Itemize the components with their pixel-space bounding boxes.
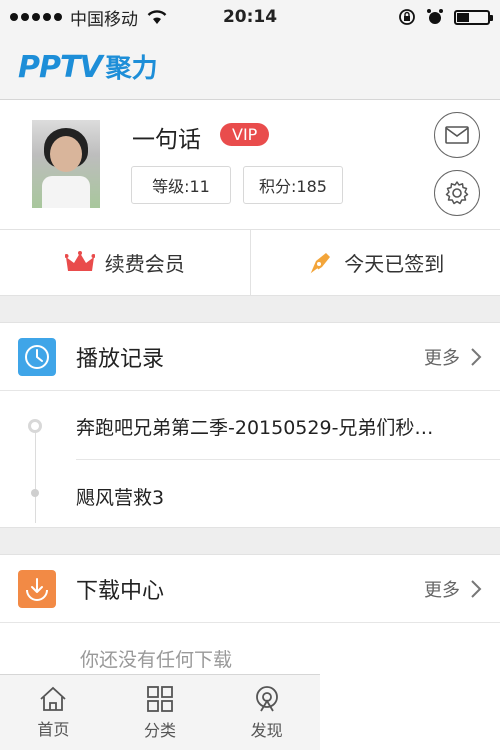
play-history-more-link[interactable]: 更多 (424, 344, 482, 370)
chevron-right-icon (471, 579, 482, 598)
alarm-icon (427, 9, 443, 24)
points-badge: 积分:185 (243, 166, 343, 204)
pptv-logo: PPTV 聚力 (18, 48, 158, 85)
download-center-title: 下载中心 (76, 578, 165, 604)
cropped-area (320, 674, 500, 750)
carrier-label: 中国移动 (70, 9, 138, 30)
timeline-dot (28, 419, 42, 433)
profile-card: 一句话 VIP 等级:11 积分:185 (0, 100, 500, 230)
divider (76, 459, 500, 460)
tab-discover-label: 发现 (250, 720, 283, 740)
level-badge: 等级:11 (131, 166, 231, 204)
wifi-icon (147, 10, 167, 24)
tab-categories[interactable]: 分类 (107, 675, 214, 750)
clock-icon (18, 337, 56, 376)
download-center-more-label: 更多 (424, 579, 460, 601)
avatar[interactable] (32, 120, 100, 208)
timeline-line (35, 423, 36, 523)
renew-membership-label: 续费会员 (104, 252, 185, 276)
logo-latin: PPTV (18, 50, 103, 85)
home-icon (40, 686, 66, 711)
tab-home-label: 首页 (37, 719, 70, 739)
tab-categories-label: 分类 (144, 720, 177, 740)
timeline-dot (31, 489, 39, 497)
download-empty-message: 你还没有任何下载 (80, 649, 233, 671)
messages-button[interactable] (434, 112, 480, 158)
grid-icon (147, 685, 173, 712)
bottom-tab-bar: 首页 分类 发现 (0, 674, 320, 750)
app-header: PPTV 聚力 (0, 34, 500, 100)
renew-membership-button[interactable]: 续费会员 (0, 230, 250, 295)
checkin-label: 今天已签到 (344, 252, 445, 276)
download-center-more-link[interactable]: 更多 (424, 576, 482, 602)
download-icon (18, 569, 56, 608)
rotation-lock-icon (399, 9, 415, 25)
status-bar: 中国移动 20:14 (0, 0, 500, 34)
crown-icon (64, 250, 95, 271)
settings-button[interactable] (434, 170, 480, 216)
mail-icon (445, 126, 469, 144)
chevron-right-icon (471, 347, 482, 366)
username: 一句话 (132, 127, 201, 153)
history-item[interactable]: 飓风营救3 (76, 483, 480, 510)
download-center-header[interactable]: 下载中心 更多 (0, 555, 500, 623)
play-history-header[interactable]: 播放记录 更多 (0, 323, 500, 391)
battery-icon (454, 9, 493, 25)
vip-badge: VIP (220, 123, 270, 146)
logo-cn: 聚力 (105, 54, 158, 84)
checkin-button[interactable]: 今天已签到 (249, 230, 500, 295)
discover-icon (255, 685, 278, 711)
tab-home[interactable]: 首页 (0, 675, 107, 750)
gear-icon (445, 181, 469, 205)
pen-icon (309, 252, 331, 276)
action-row: 续费会员 今天已签到 (0, 230, 500, 296)
play-history-section: 播放记录 更多 奔跑吧兄弟第二季-20150529-兄弟们秒… 飓风营救3 (0, 322, 500, 528)
tab-discover[interactable]: 发现 (213, 675, 320, 750)
signal-strength-icon (10, 13, 62, 21)
play-history-more-label: 更多 (424, 347, 460, 369)
play-history-title: 播放记录 (76, 346, 165, 372)
history-item[interactable]: 奔跑吧兄弟第二季-20150529-兄弟们秒… (76, 413, 480, 440)
download-center-section: 下载中心 更多 你还没有任何下载 (0, 554, 500, 684)
